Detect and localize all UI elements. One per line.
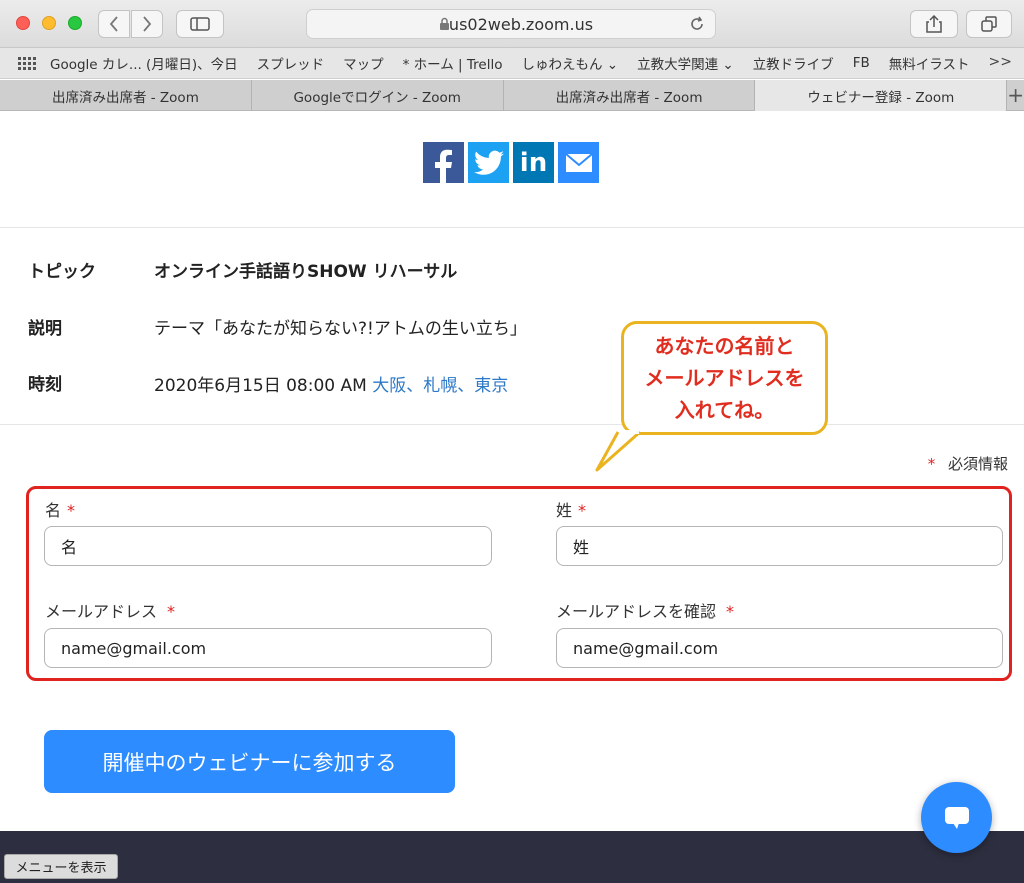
first-name-input[interactable]: 名 xyxy=(44,526,492,566)
email-label-text: メールアドレス xyxy=(45,602,158,621)
email-input[interactable]: name@gmail.com xyxy=(44,628,492,668)
tab-overview-button[interactable] xyxy=(966,10,1012,38)
twitter-share-button[interactable] xyxy=(468,142,509,183)
description-value: テーマ「あなたが知らない?!アトムの生い立ち」 xyxy=(154,319,527,339)
facebook-share-button[interactable] xyxy=(423,142,464,183)
back-button[interactable] xyxy=(98,10,130,38)
facebook-icon xyxy=(435,149,452,183)
tab-attendees-1[interactable]: 出席済み出席者 - Zoom xyxy=(0,80,252,111)
forward-button[interactable] xyxy=(131,10,163,38)
share-icon xyxy=(926,15,942,33)
linkedin-icon: in xyxy=(519,147,548,178)
bookmark-item[interactable]: スプレッド xyxy=(257,53,325,73)
page-footer xyxy=(0,831,1024,883)
reload-icon[interactable] xyxy=(689,15,705,33)
bookmarks-overflow-button[interactable]: >> xyxy=(989,54,1012,70)
topic-label: トピック xyxy=(28,262,96,282)
bookmarks-bar: Google カレ... (月曜日)、今日 スプレッド マップ * ホーム | … xyxy=(0,48,1024,79)
sidebar-toggle-button[interactable] xyxy=(176,10,224,38)
annotation-bubble-tail xyxy=(595,430,641,472)
description-label: 説明 xyxy=(28,319,62,339)
email-confirm-label: メールアドレスを確認 * xyxy=(556,598,734,622)
tab-google-login[interactable]: Googleでログイン - Zoom xyxy=(252,80,504,111)
first-name-label: 名 * xyxy=(45,497,75,521)
bookmark-item[interactable]: 立教ドライブ xyxy=(753,53,834,73)
tab-attendees-2[interactable]: 出席済み出席者 - Zoom xyxy=(504,80,756,111)
bookmark-folder[interactable]: しゅわえもん ⌄ xyxy=(521,53,618,73)
required-info-text: 必須情報 xyxy=(947,455,1008,473)
close-window-button[interactable] xyxy=(16,16,30,30)
bookmark-item[interactable]: マップ xyxy=(343,53,384,73)
share-button[interactable] xyxy=(910,10,958,38)
divider xyxy=(0,227,1024,228)
email-label: メールアドレス * xyxy=(45,598,175,622)
new-tab-button[interactable]: + xyxy=(1007,80,1024,110)
minimize-window-button[interactable] xyxy=(42,16,56,30)
show-menu-button[interactable]: メニューを表示 xyxy=(4,854,118,879)
bookmark-item[interactable]: * ホーム | Trello xyxy=(403,53,503,73)
bookmark-item[interactable]: FB xyxy=(853,55,870,71)
last-name-label: 姓 * xyxy=(556,497,586,521)
chevron-right-icon xyxy=(143,16,152,32)
last-name-input[interactable]: 姓 xyxy=(556,526,1003,566)
required-star: * xyxy=(927,455,936,473)
url-text: us02web.zoom.us xyxy=(448,14,594,34)
email-icon xyxy=(564,152,593,172)
annotation-line: 入れてね。 xyxy=(674,398,775,422)
zoom-window-button[interactable] xyxy=(68,16,82,30)
required-star: * xyxy=(67,501,76,520)
address-bar[interactable]: us02web.zoom.us xyxy=(306,9,716,39)
first-name-label-text: 名 xyxy=(45,501,62,520)
time-datetime: 2020年6月15日 08:00 AM xyxy=(154,376,367,396)
last-name-label-text: 姓 xyxy=(556,501,573,520)
email-confirm-input[interactable]: name@gmail.com xyxy=(556,628,1003,668)
sidebar-icon xyxy=(190,17,210,31)
tab-webinar-registration[interactable]: ウェビナー登録 - Zoom xyxy=(755,80,1008,111)
annotation-bubble: あなたの名前と メールアドレスを 入れてね。 xyxy=(621,321,828,435)
bookmark-folder[interactable]: 立教大学関連 ⌄ xyxy=(637,53,734,73)
linkedin-share-button[interactable]: in xyxy=(513,142,554,183)
time-zone-link[interactable]: 大阪、札幌、東京 xyxy=(372,376,508,396)
annotation-line: メールアドレスを xyxy=(644,366,805,390)
required-star: * xyxy=(726,602,735,621)
lock-icon xyxy=(440,17,449,30)
annotation-line: あなたの名前と xyxy=(654,334,795,358)
required-star: * xyxy=(167,602,176,621)
email-confirm-label-text: メールアドレスを確認 xyxy=(556,602,717,621)
email-share-button[interactable] xyxy=(558,142,599,183)
chevron-left-icon xyxy=(109,16,118,32)
window-titlebar: us02web.zoom.us xyxy=(0,0,1024,48)
tabs-icon xyxy=(981,16,997,32)
twitter-icon xyxy=(473,150,504,175)
apps-grid-icon[interactable] xyxy=(18,56,36,70)
required-star: * xyxy=(578,501,587,520)
time-value: 2020年6月15日 08:00 AM 大阪、札幌、東京 xyxy=(154,371,508,396)
chat-icon xyxy=(944,806,969,829)
bookmark-item[interactable]: 無料イラスト xyxy=(889,53,970,73)
bookmark-item[interactable]: Google カレ... (月曜日)、今日 xyxy=(50,53,238,73)
divider xyxy=(0,424,1024,425)
join-webinar-button[interactable]: 開催中のウェビナーに参加する xyxy=(44,730,455,793)
topic-value: オンライン手話語りSHOW リハーサル xyxy=(154,262,458,282)
tab-bar: 出席済み出席者 - Zoom Googleでログイン - Zoom 出席済み出席… xyxy=(0,80,1024,111)
chat-button[interactable] xyxy=(921,782,992,853)
required-info-note: * 必須情報 xyxy=(928,453,1008,474)
time-label: 時刻 xyxy=(28,375,62,395)
